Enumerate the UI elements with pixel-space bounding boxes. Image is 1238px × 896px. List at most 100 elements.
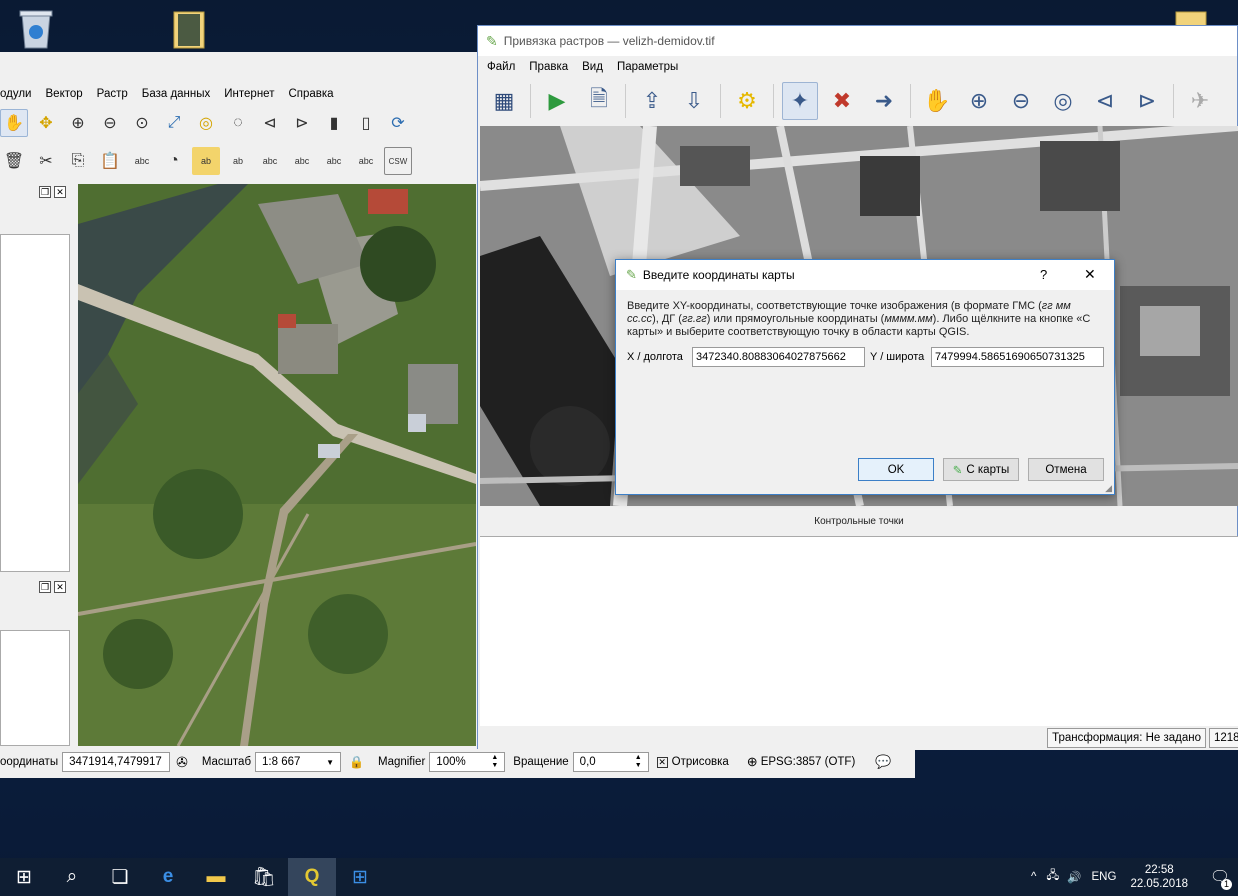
delete-point-icon[interactable]: ✖ <box>824 82 860 120</box>
map-canvas-aerial[interactable] <box>78 184 476 746</box>
menu-plugins[interactable]: одули <box>0 88 32 100</box>
zoom-out-icon[interactable]: ⊖ <box>1003 82 1039 120</box>
menu-web[interactable]: Интернет <box>224 88 274 100</box>
label-change-icon[interactable]: abc <box>352 147 380 175</box>
search-icon[interactable]: ⌕ <box>48 858 96 896</box>
menu-help[interactable]: Справка <box>288 88 333 100</box>
from-map-button[interactable]: ✎ С карты <box>943 458 1019 481</box>
zoom-next-icon[interactable]: ⊳ <box>1129 82 1165 120</box>
file-explorer-icon[interactable]: ▬ <box>192 858 240 896</box>
map-navigation-toolbar: ✋ ✥ ⊕ ⊖ ⊙ ⤢ ◎ ◌ ⊲ ⊳ ▮ ▯ ⟳ <box>0 106 412 140</box>
recycle-bin-icon[interactable] <box>16 8 56 50</box>
store-icon[interactable]: 🛍 <box>240 858 288 896</box>
label-pin-icon[interactable]: ab <box>192 147 220 175</box>
menu-file[interactable]: Файл <box>487 61 515 73</box>
generate-gdal-script-icon[interactable]: 🗎 <box>581 82 617 120</box>
rotation-spinbox[interactable]: 0,0 ▲ ▼ <box>572 752 649 772</box>
float-icon[interactable]: ❐ <box>39 186 51 198</box>
label-show-hide-icon[interactable]: ab <box>224 147 252 175</box>
transformation-settings-icon[interactable]: ⚙ <box>729 82 765 120</box>
menu-vector[interactable]: Вектор <box>46 88 83 100</box>
zoom-in-icon[interactable]: ⊕ <box>961 82 997 120</box>
pan-to-selection-icon[interactable]: ✥ <box>32 109 60 137</box>
spinner-arrows-icon[interactable]: ▲ ▼ <box>491 754 498 770</box>
x-input[interactable] <box>692 347 865 367</box>
move-point-icon[interactable]: ➜ <box>866 82 902 120</box>
layers-panel[interactable] <box>0 234 70 572</box>
crs-globe-icon[interactable]: ⊕ <box>747 754 758 770</box>
menu-view[interactable]: Вид <box>582 61 603 73</box>
help-button[interactable]: ? <box>1040 267 1047 282</box>
language-indicator[interactable]: ENG <box>1092 871 1117 883</box>
refresh-icon[interactable]: ⟳ <box>384 109 412 137</box>
label-move-icon[interactable]: abc <box>288 147 316 175</box>
zoom-to-layer-icon[interactable]: ◌ <box>224 109 252 137</box>
menu-database[interactable]: База данных <box>142 88 211 100</box>
control-points-table[interactable] <box>480 536 1238 726</box>
folder-icon[interactable] <box>170 8 210 50</box>
show-bookmarks-icon[interactable]: ▯ <box>352 109 380 137</box>
browser-panel[interactable] <box>0 630 70 746</box>
scale-combo[interactable]: 1:8 667 ▼ <box>255 752 342 772</box>
close-icon[interactable]: ✕ <box>54 581 66 593</box>
link-georef-icon[interactable]: ✈ <box>1182 82 1218 120</box>
zoom-next-icon[interactable]: ⊳ <box>288 109 316 137</box>
menu-settings[interactable]: Параметры <box>617 61 678 73</box>
crs-label[interactable]: EPSG:3857 (OTF) <box>761 756 856 768</box>
open-raster-icon[interactable]: ▦ <box>486 82 522 120</box>
zoom-to-selection-icon[interactable]: ◎ <box>192 109 220 137</box>
magnifier-spinbox[interactable]: 100% ▲ ▼ <box>429 752 506 772</box>
save-gcp-icon[interactable]: ⇩ <box>676 82 712 120</box>
new-bookmark-icon[interactable]: ▮ <box>320 109 348 137</box>
label-preview-icon[interactable]: abc <box>256 147 284 175</box>
spinner-arrows-icon[interactable]: ▲ ▼ <box>635 754 642 770</box>
cut-icon[interactable]: ✂ <box>32 147 60 175</box>
qgis-taskbar-icon[interactable]: Q <box>288 858 336 896</box>
label-abc-icon[interactable]: abc <box>128 147 156 175</box>
menu-edit[interactable]: Правка <box>529 61 568 73</box>
zoom-last-icon[interactable]: ⊲ <box>1087 82 1123 120</box>
label-rotate-icon[interactable]: abc <box>320 147 348 175</box>
resize-grip-icon[interactable]: ◢ <box>1105 483 1112 494</box>
diagram-icon[interactable]: ◔ <box>160 147 188 175</box>
close-button[interactable]: ✕ <box>1084 266 1096 283</box>
clock[interactable]: 22:58 22.05.2018 <box>1130 863 1188 891</box>
qgis-logo-icon: ✎ <box>486 32 498 49</box>
zoom-actual-size-icon[interactable]: ⊙ <box>128 109 156 137</box>
lock-icon[interactable]: 🔒 <box>349 755 364 769</box>
coordinates-field[interactable]: 3471914,7479917 <box>62 752 171 772</box>
windows-tile-icon[interactable]: ⊞ <box>336 858 384 896</box>
float-icon[interactable]: ❐ <box>39 581 51 593</box>
menu-raster[interactable]: Растр <box>97 88 128 100</box>
pan-icon[interactable]: ✋ <box>0 109 28 137</box>
ok-button[interactable]: OK <box>858 458 934 481</box>
start-windows-icon[interactable]: ⊞ <box>0 858 48 896</box>
zoom-to-layer-icon[interactable]: ◎ <box>1045 82 1081 120</box>
network-icon[interactable]: 🖧 <box>1046 868 1059 887</box>
y-input[interactable] <box>931 347 1104 367</box>
notification-icon[interactable]: 🗨 1 <box>1202 858 1238 896</box>
coordinates-toggle-icon[interactable]: ✇ <box>176 754 188 771</box>
messages-icon[interactable]: 💬 <box>875 754 891 770</box>
delete-icon[interactable]: 🗑 <box>0 147 28 175</box>
add-point-icon[interactable]: ✦ <box>782 82 818 120</box>
csw-icon[interactable]: CSW <box>384 147 412 175</box>
chevron-up-icon[interactable]: ^ <box>1031 871 1036 883</box>
render-checkbox[interactable]: ✕ <box>656 756 668 768</box>
zoom-out-icon[interactable]: ⊖ <box>96 109 124 137</box>
cancel-button[interactable]: Отмена <box>1028 458 1104 481</box>
task-view-icon[interactable]: ❏ <box>96 858 144 896</box>
pan-icon[interactable]: ✋ <box>919 82 955 120</box>
zoom-full-icon[interactable]: ⤢ <box>160 109 188 137</box>
zoom-last-icon[interactable]: ⊲ <box>256 109 284 137</box>
paste-icon[interactable]: 📋 <box>96 147 124 175</box>
edge-browser-icon[interactable]: e <box>144 858 192 896</box>
volume-icon[interactable]: 🔊 <box>1067 870 1081 884</box>
start-georeferencing-icon[interactable]: ▶ <box>539 82 575 120</box>
chevron-down-icon[interactable]: ▼ <box>326 758 334 767</box>
load-gcp-icon[interactable]: ⇪ <box>634 82 670 120</box>
close-icon[interactable]: ✕ <box>54 186 66 198</box>
zoom-in-icon[interactable]: ⊕ <box>64 109 92 137</box>
instruction-text-1: Введите XY-координаты, соответствующие т… <box>627 300 1042 312</box>
copy-icon[interactable]: ⎘ <box>64 147 92 175</box>
